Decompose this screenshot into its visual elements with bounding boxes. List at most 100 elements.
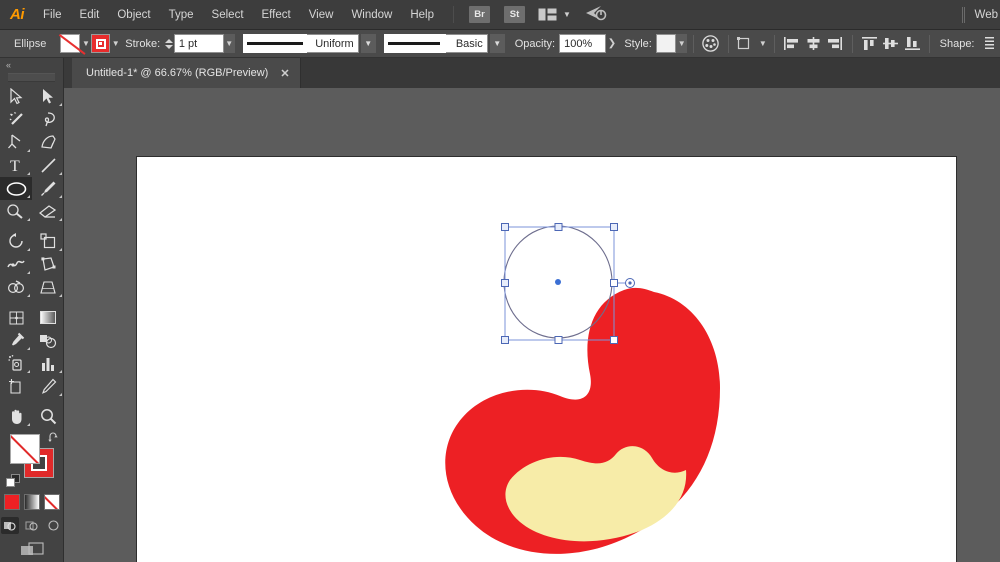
mesh-tool[interactable] [0,306,32,329]
align-right-icon[interactable] [826,33,843,55]
fill-swatch[interactable] [60,34,80,53]
control-divider [693,35,694,53]
brush-dropdown-icon[interactable]: ▼ [490,34,505,53]
tool-group-indicator [27,248,30,251]
stroke-profile-dropdown-icon[interactable]: ▼ [361,34,376,53]
hand-tool[interactable] [0,405,32,428]
opacity-more-icon[interactable]: ❯ [606,34,619,53]
gradient-mode-button[interactable] [24,494,40,510]
none-mode-button[interactable] [44,494,60,510]
handle-top-center[interactable] [555,224,562,231]
menu-divider [453,6,454,23]
menu-effect[interactable]: Effect [253,0,300,30]
stroke-weight-label: Stroke: [125,38,160,50]
align-left-icon[interactable] [783,33,800,55]
handle-middle-right[interactable] [611,280,618,287]
perspective-grid-tool[interactable] [32,276,64,299]
tool-group-indicator [59,103,62,106]
handle-top-right[interactable] [611,224,618,231]
menu-edit[interactable]: Edit [71,0,109,30]
brush-combo[interactable]: Basic ▼ [384,34,505,53]
transform-dropdown-icon[interactable]: ▼ [757,34,768,53]
menu-select[interactable]: Select [203,0,253,30]
free-transform-tool[interactable] [32,253,64,276]
stroke-dropdown-icon[interactable]: ▼ [110,34,121,53]
align-bottom-icon[interactable] [903,33,920,55]
scale-tool[interactable] [32,230,64,253]
transform-icon[interactable] [736,33,755,55]
zoom-tool[interactable] [32,405,64,428]
column-graph-tool[interactable] [32,352,64,375]
workspace-switcher[interactable]: ▼ [538,8,571,21]
magic-wand-tool[interactable] [0,108,32,131]
menu-file[interactable]: File [34,0,71,30]
curvature-tool[interactable] [32,131,64,154]
stroke-profile-combo[interactable]: Uniform ▼ [243,34,376,53]
tool-group-indicator [59,248,62,251]
default-fill-stroke-icon[interactable] [6,474,20,488]
pen-tool[interactable] [0,131,32,154]
artboard-tool[interactable] [0,375,32,398]
collapse-panel-icon[interactable]: « [0,58,63,72]
stroke-weight-dropdown-icon[interactable]: ▼ [224,34,235,53]
opacity-input[interactable]: 100% [559,34,606,53]
handle-bottom-center[interactable] [555,337,562,344]
menu-window[interactable]: Window [342,0,401,30]
align-top-icon[interactable] [860,33,877,55]
menu-type[interactable]: Type [160,0,203,30]
rotate-tool[interactable] [0,230,32,253]
symbol-sprayer-tool[interactable] [0,352,32,375]
handle-bottom-right[interactable] [611,337,618,344]
gradient-tool[interactable] [32,306,64,329]
menu-bar: Ai File Edit Object Type Select Effect V… [0,0,1000,30]
align-vertical-center-icon[interactable] [882,33,899,55]
type-tool[interactable]: T [0,154,32,177]
tool-group-indicator [27,423,30,426]
eyedropper-tool[interactable] [0,329,32,352]
menu-help[interactable]: Help [401,0,443,30]
fill-color[interactable] [10,434,40,464]
stroke-swatch[interactable] [91,34,110,53]
tools-panel-handle[interactable] [8,73,55,82]
blend-tool[interactable] [32,329,64,352]
align-horizontal-center-icon[interactable] [805,33,822,55]
panel-grip[interactable] [962,7,965,23]
lasso-tool[interactable] [32,108,64,131]
screen-mode-button[interactable] [0,542,63,558]
style-dropdown-icon[interactable]: ▼ [676,34,687,53]
eraser-tool[interactable] [32,200,64,223]
handle-top-left[interactable] [502,224,509,231]
shape-builder-tool[interactable] [0,276,32,299]
workspace-name-label[interactable]: Web [975,9,1000,21]
ellipse-tool[interactable] [0,177,32,200]
graphic-style-swatch[interactable] [656,34,676,53]
go-icon[interactable] [585,4,607,25]
swap-fill-stroke-icon[interactable] [48,432,60,444]
stock-button[interactable]: St [504,6,525,23]
draw-inside-button[interactable] [45,517,63,534]
recolor-artwork-icon[interactable] [702,33,719,55]
stroke-weight-stepper[interactable] [164,34,173,53]
paintbrush-tool[interactable] [32,177,64,200]
bridge-button[interactable]: Br [469,6,490,23]
document-tab[interactable]: Untitled-1* @ 66.67% (RGB/Preview) ✕ [72,58,301,88]
handle-middle-left[interactable] [502,280,509,287]
canvas-area[interactable] [64,88,1000,562]
draw-behind-button[interactable] [23,517,41,534]
stroke-weight-input[interactable]: 1 pt [174,34,224,53]
brush-label: Basic [446,34,488,53]
color-mode-button[interactable] [4,494,20,510]
line-segment-tool[interactable] [32,154,64,177]
shape-options-icon[interactable] [981,33,998,55]
color-controls [0,432,64,490]
slice-tool[interactable] [32,375,64,398]
selection-tool[interactable] [0,85,32,108]
draw-normal-button[interactable] [1,517,19,534]
menu-object[interactable]: Object [108,0,159,30]
width-tool[interactable] [0,253,32,276]
menu-view[interactable]: View [300,0,343,30]
close-icon[interactable]: ✕ [280,67,289,80]
shaper-tool[interactable] [0,200,32,223]
direct-selection-tool[interactable] [32,85,64,108]
handle-bottom-left[interactable] [502,337,509,344]
